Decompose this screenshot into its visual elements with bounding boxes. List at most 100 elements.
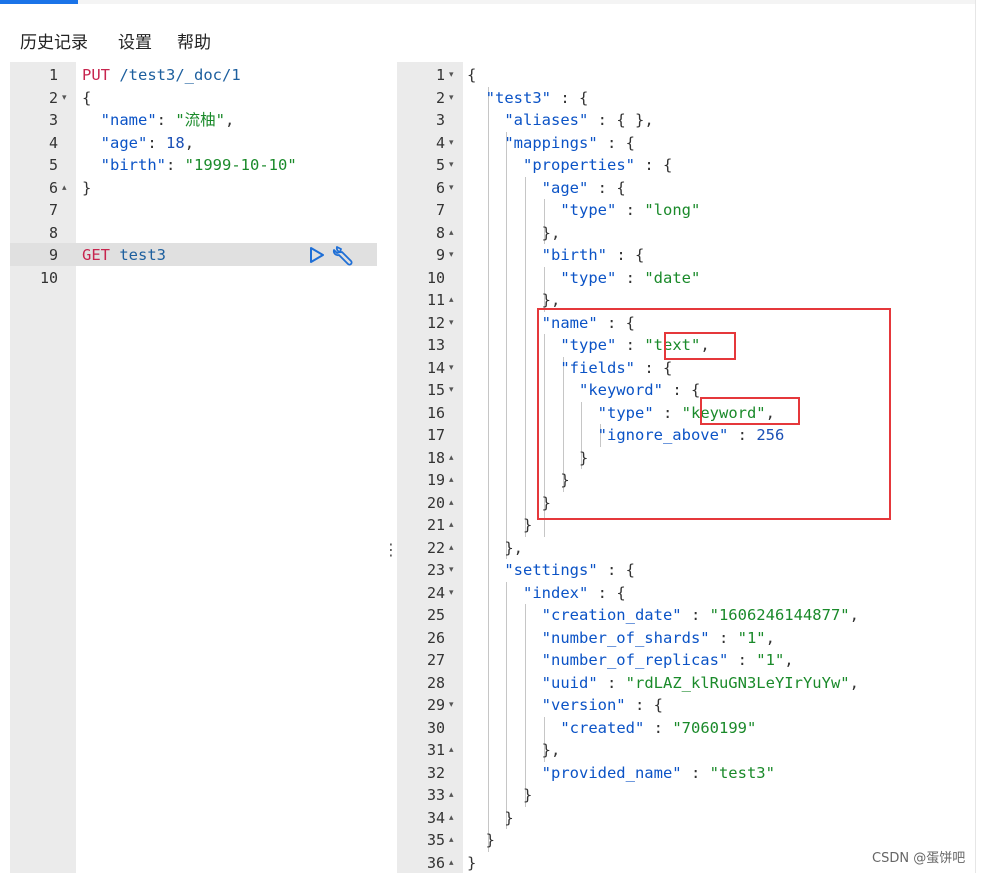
code-token: : [156, 111, 176, 129]
fold-open-icon[interactable]: ▾ [449, 177, 454, 200]
fold-open-icon[interactable]: ▾ [449, 154, 454, 177]
code-token: , [225, 111, 235, 129]
line-number: 8 [435, 223, 445, 242]
line-number: 26 [426, 628, 445, 647]
line-number: 19 [426, 471, 445, 489]
line-number: 1 [48, 66, 58, 84]
fold-close-icon[interactable]: ▴ [449, 222, 454, 245]
fold-open-icon[interactable]: ▾ [449, 312, 454, 335]
request-editor[interactable]: 1 2 ▾ 3 4 5 6 ▴ 7 8 9 10 PUT /test3/_doc/1{ "name":… [10, 62, 381, 873]
fold-open-icon[interactable]: ▾ [62, 87, 67, 110]
code-token: "7060199" [672, 718, 757, 737]
code-token: "1" [737, 628, 766, 647]
fold-open-icon[interactable]: ▾ [449, 244, 454, 267]
line-number: 7 [435, 201, 445, 219]
code-token: GET [82, 246, 110, 264]
code-token: }, [467, 538, 523, 557]
fold-open-icon[interactable]: ▾ [449, 132, 454, 155]
code-token: /test3/_doc/1 [110, 66, 241, 84]
code-line: "number_of_replicas" : "1", [467, 649, 975, 672]
fold-open-icon[interactable]: ▾ [449, 582, 454, 605]
line-number: 22 [426, 538, 445, 557]
pane-splitter[interactable] [381, 62, 397, 873]
menu-settings[interactable]: 设置 [118, 28, 152, 53]
fold-close-icon[interactable]: ▴ [449, 289, 454, 312]
code-token: PUT [82, 66, 110, 84]
code-token: , [765, 628, 775, 647]
fold-close-icon[interactable]: ▴ [449, 739, 454, 762]
fold-close-icon[interactable]: ▴ [449, 492, 454, 515]
code-token: : [728, 651, 757, 669]
code-token: : { [606, 246, 645, 264]
code-token: "created" [560, 718, 645, 737]
code-token: : [681, 606, 710, 624]
code-line: } [82, 177, 381, 200]
code-line: "type" : "long" [467, 199, 975, 222]
play-icon[interactable] [308, 245, 326, 265]
code-token: "type" [560, 201, 617, 219]
line-number: 25 [426, 606, 445, 624]
code-token: }, [467, 291, 561, 309]
fold-close-icon[interactable]: ▴ [449, 829, 454, 852]
line-number: 10 [39, 268, 58, 287]
code-line: "name": "流柚", [82, 109, 381, 132]
fold-close-icon[interactable]: ▴ [449, 514, 454, 537]
wrench-icon[interactable] [332, 243, 356, 267]
vertical-scrollbar[interactable] [975, 0, 987, 873]
code-token: : [597, 673, 626, 692]
line-number: 7 [48, 201, 58, 219]
fold-open-icon[interactable]: ▾ [449, 64, 454, 87]
fold-close-icon[interactable]: ▴ [449, 447, 454, 470]
line-number: 36 [426, 853, 445, 872]
code-token: } [467, 808, 514, 827]
code-token: "settings" [504, 561, 598, 579]
code-token: : { [588, 583, 626, 602]
code-token: "date" [644, 268, 701, 287]
line-number: 27 [426, 651, 445, 669]
fold-close-icon[interactable]: ▴ [449, 852, 454, 873]
line-number: 4 [435, 133, 445, 152]
line-number: 2 [435, 88, 445, 107]
fold-close-icon[interactable]: ▴ [449, 784, 454, 807]
line-number: 32 [426, 763, 445, 782]
code-line: "birth": "1999-10-10" [82, 154, 381, 177]
line-number: 28 [426, 673, 445, 692]
fold-close-icon[interactable]: ▴ [449, 537, 454, 560]
code-token: "流柚" [175, 111, 226, 129]
code-line: "created" : "7060199" [467, 717, 975, 740]
line-number: 29 [426, 696, 445, 714]
code-token: { [467, 66, 477, 84]
fold-close-icon[interactable]: ▴ [62, 177, 67, 200]
code-line: "settings" : { [467, 559, 975, 582]
menu-history[interactable]: 历史记录 [20, 28, 88, 53]
fold-close-icon[interactable]: ▴ [449, 807, 454, 830]
response-viewer[interactable]: 1 ▾ 2 ▾ 3 4 ▾ 5 ▾ 6 ▾ 7 8 ▴ 9 ▾ 10 11 ▴ 12 ▾ 13 14 ▾ 15 ▾ 16 17 18 ▴ 1… [397, 62, 975, 873]
fold-open-icon[interactable]: ▾ [449, 357, 454, 380]
line-number: 34 [426, 808, 445, 827]
line-number: 14 [426, 358, 445, 377]
fold-open-icon[interactable]: ▾ [449, 559, 454, 582]
fold-open-icon[interactable]: ▾ [449, 379, 454, 402]
code-line: { [467, 64, 975, 87]
menu-help[interactable]: 帮助 [177, 28, 211, 53]
code-token: "test3" [709, 763, 775, 782]
fold-close-icon[interactable]: ▴ [449, 469, 454, 492]
code-token: "1" [756, 651, 785, 669]
code-line: "age": 18, [82, 132, 381, 155]
code-token: "age" [541, 178, 589, 197]
line-number: 23 [426, 561, 445, 579]
fold-open-icon[interactable]: ▾ [449, 87, 454, 110]
code-line: "version" : { [467, 694, 975, 717]
code-token: , [784, 651, 794, 669]
fold-open-icon[interactable]: ▾ [449, 694, 454, 717]
line-number: 3 [435, 111, 445, 129]
code-token: "1999-10-10" [184, 156, 297, 174]
